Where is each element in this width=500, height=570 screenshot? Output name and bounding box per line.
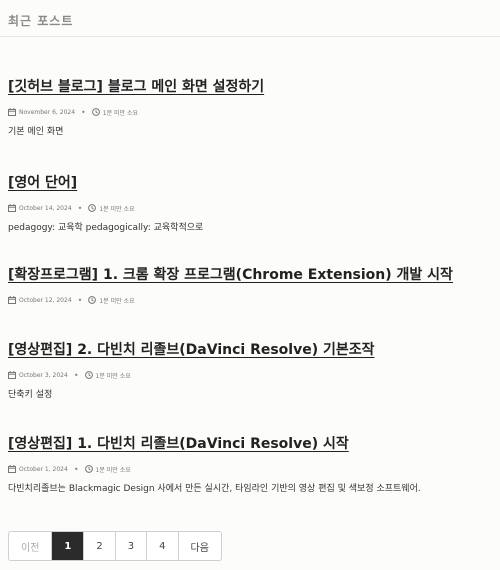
calendar-icon (8, 371, 16, 379)
section-divider (0, 36, 500, 37)
calendar-icon (8, 108, 16, 116)
clock-icon (84, 371, 93, 379)
post-title-link[interactable]: [영어 단어] (8, 172, 77, 192)
post-read-time: 1분 미만 소요 (99, 297, 135, 305)
pagination-prev-button[interactable]: 이전 (9, 532, 53, 560)
post-item: [영상편집] 1. 다빈치 리졸브(DaVinci Resolve) 시작 Oc… (8, 433, 493, 494)
post-title-link[interactable]: [영상편집] 1. 다빈치 리졸브(DaVinci Resolve) 시작 (8, 433, 349, 453)
post-read-time: 1분 미만 소요 (102, 109, 138, 117)
meta-separator: • (73, 464, 79, 474)
clock-icon (88, 296, 97, 304)
post-date: October 1, 2024 (19, 465, 68, 473)
post-meta: October 3, 2024 • 1분 미만 소요 (8, 369, 493, 381)
post-item: [확장프로그램] 1. 크롬 확장 프로그램(Chrome Extension)… (8, 264, 493, 306)
pagination-page-4[interactable]: 4 (147, 532, 179, 560)
post-title-link[interactable]: [깃허브 블로그] 블로그 메인 화면 설정하기 (8, 76, 264, 96)
meta-separator: • (73, 370, 79, 380)
meta-separator: • (77, 203, 83, 213)
post-date: November 6, 2024 (19, 108, 76, 116)
post-title-link[interactable]: [확장프로그램] 1. 크롬 확장 프로그램(Chrome Extension)… (8, 264, 453, 284)
post-excerpt: 다빈치리졸브는 Blackmagic Design 사에서 만든 실시간, 타임… (8, 484, 421, 494)
calendar-icon (8, 465, 16, 473)
calendar-icon (8, 296, 16, 304)
pagination-next-button[interactable]: 다음 (179, 532, 221, 560)
post-date: October 12, 2024 (19, 296, 72, 304)
post-excerpt: 기본 메인 화면 (8, 127, 64, 137)
meta-separator: • (77, 295, 83, 305)
post-date: October 3, 2024 (19, 371, 68, 379)
post-meta: October 12, 2024 • 1분 미만 소요 (8, 294, 493, 306)
post-read-time: 1분 미만 소요 (95, 372, 131, 380)
clock-icon (88, 204, 97, 212)
section-title: 최근 포스트 (8, 14, 74, 28)
post-item: [깃허브 블로그] 블로그 메인 화면 설정하기 November 6, 202… (8, 76, 493, 137)
pagination-page-2[interactable]: 2 (84, 532, 116, 560)
clock-icon (84, 465, 93, 473)
post-item: [영어 단어] October 14, 2024 • 1분 미만 소요 peda… (8, 172, 493, 233)
post-item: [영상편집] 2. 다빈치 리졸브(DaVinci Resolve) 기본조작 … (8, 339, 493, 400)
post-meta: October 1, 2024 • 1분 미만 소요 (8, 463, 493, 475)
clock-icon (91, 108, 100, 116)
pagination: 이전 1 2 3 4 다음 (8, 531, 222, 561)
pagination-page-1[interactable]: 1 (52, 532, 85, 560)
meta-separator: • (81, 107, 86, 117)
post-meta: October 14, 2024 • 1분 미만 소요 (8, 202, 493, 214)
post-title-link[interactable]: [영상편집] 2. 다빈치 리졸브(DaVinci Resolve) 기본조작 (8, 339, 375, 359)
post-excerpt: pedagogy: 교육학 pedagogically: 교육학적으로 (8, 223, 204, 233)
pagination-page-3[interactable]: 3 (116, 532, 148, 560)
post-excerpt: 단축키 설정 (8, 390, 53, 400)
post-date: October 14, 2024 (19, 204, 72, 212)
post-read-time: 1분 미만 소요 (95, 466, 131, 474)
post-read-time: 1분 미만 소요 (99, 205, 135, 213)
post-meta: November 6, 2024 • 1분 미만 소요 (8, 106, 493, 118)
calendar-icon (8, 204, 16, 212)
